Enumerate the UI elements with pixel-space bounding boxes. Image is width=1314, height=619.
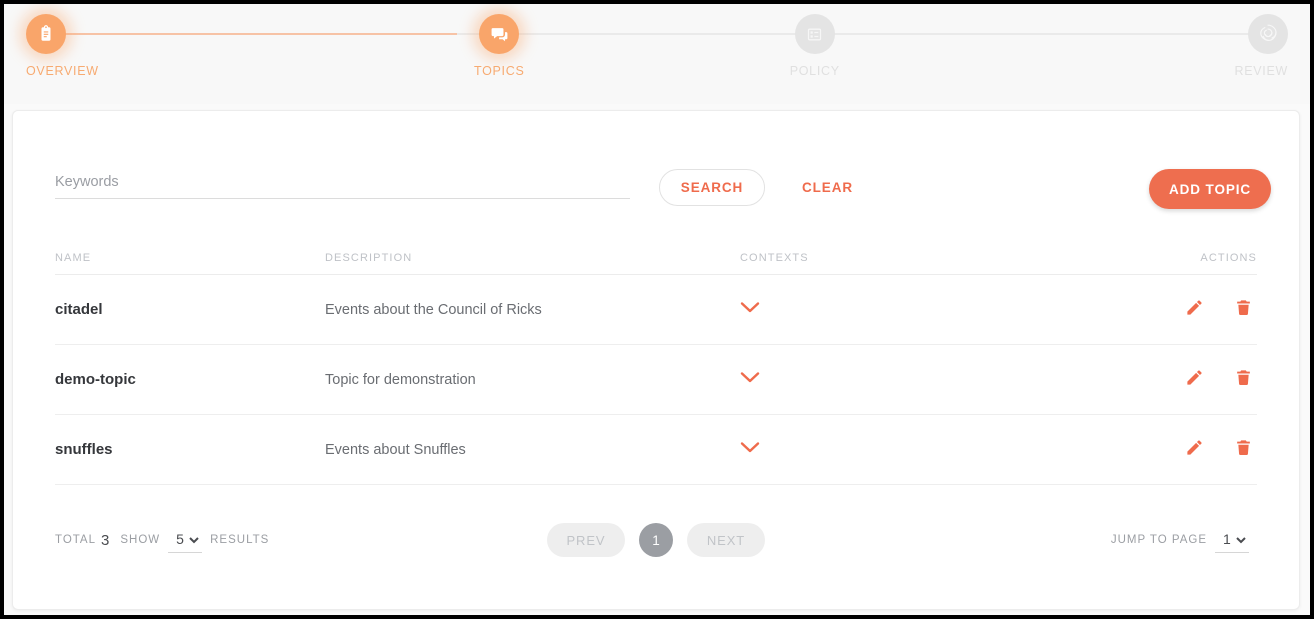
chat-bubbles-icon (490, 25, 509, 44)
stepper-step-policy-circle[interactable] (795, 14, 835, 54)
prev-page-button[interactable]: PREV (547, 523, 625, 557)
cell-topic-name: citadel (55, 301, 325, 318)
stepper-step-policy-label: POLICY (790, 64, 840, 78)
current-page-button[interactable]: 1 (639, 523, 673, 557)
results-summary: TOTAL 3 SHOW 5 RESULTS (55, 528, 547, 553)
table-row[interactable]: demo-topic Topic for demonstration (55, 345, 1257, 415)
column-header-actions: ACTIONS (1030, 252, 1257, 264)
jump-to-page: JUMP TO PAGE 1 (765, 528, 1257, 553)
stepper-step-review-circle[interactable] (1248, 14, 1288, 54)
edit-pencil-icon[interactable] (1185, 368, 1204, 387)
stepper-step-overview-circle[interactable] (26, 14, 66, 54)
clear-button[interactable]: CLEAR (788, 169, 867, 206)
pagination-controls: PREV 1 NEXT (547, 523, 765, 557)
table-row[interactable]: snuffles Events about Snuffles (55, 415, 1257, 485)
app-root: OVERVIEW TOPICS (4, 4, 1310, 615)
edit-pencil-icon[interactable] (1185, 438, 1204, 457)
search-input[interactable] (55, 174, 630, 199)
table-row[interactable]: citadel Events about the Council of Rick… (55, 275, 1257, 345)
cell-actions (1030, 368, 1257, 392)
spiral-logo-icon (1256, 22, 1280, 46)
chevron-down-icon[interactable] (740, 441, 760, 454)
chevron-down-icon[interactable] (740, 301, 760, 314)
pagination-footer: TOTAL 3 SHOW 5 RESULTS PREV 1 NEXT JUMP … (55, 510, 1257, 570)
cell-topic-description: Events about the Council of Ricks (325, 302, 740, 318)
table-header-row: NAME DESCRIPTION CONTEXTS ACTIONS (55, 242, 1257, 275)
column-header-name: NAME (55, 252, 325, 264)
topics-card: SEARCH CLEAR ADD TOPIC NAME DESCRIPTION … (12, 110, 1300, 610)
wizard-stepper: OVERVIEW TOPICS (4, 4, 1310, 104)
stepper-step-topics[interactable]: TOPICS (342, 4, 658, 78)
cell-topic-name: snuffles (55, 441, 325, 458)
topics-table: NAME DESCRIPTION CONTEXTS ACTIONS citade… (55, 242, 1257, 485)
cell-contexts (740, 371, 1030, 389)
cell-contexts (740, 301, 1030, 319)
search-button[interactable]: SEARCH (659, 169, 765, 206)
stepper-step-topics-circle[interactable] (479, 14, 519, 54)
stepper-step-overview[interactable]: OVERVIEW (22, 4, 342, 78)
cell-topic-description: Events about Snuffles (325, 442, 740, 458)
results-label: RESULTS (210, 534, 269, 546)
total-value: 3 (101, 532, 110, 549)
column-header-description: DESCRIPTION (325, 252, 740, 264)
total-label: TOTAL (55, 534, 96, 546)
list-card-icon (806, 26, 823, 43)
clipboard-icon (37, 25, 55, 43)
cell-topic-name: demo-topic (55, 371, 325, 388)
show-label: SHOW (120, 534, 160, 546)
cell-actions (1030, 438, 1257, 462)
keywords-field-wrap (55, 173, 630, 199)
next-page-button[interactable]: NEXT (687, 523, 765, 557)
chevron-down-icon[interactable] (740, 371, 760, 384)
delete-trash-icon[interactable] (1234, 298, 1253, 317)
search-toolbar: SEARCH CLEAR ADD TOPIC (13, 111, 1299, 229)
edit-pencil-icon[interactable] (1185, 298, 1204, 317)
delete-trash-icon[interactable] (1234, 438, 1253, 457)
jump-to-page-select[interactable]: 1 (1215, 528, 1249, 553)
cell-actions (1030, 298, 1257, 322)
cell-topic-description: Topic for demonstration (325, 372, 740, 388)
stepper-step-overview-label: OVERVIEW (26, 64, 99, 78)
column-header-contexts: CONTEXTS (740, 252, 1030, 264)
cell-contexts (740, 441, 1030, 459)
delete-trash-icon[interactable] (1234, 368, 1253, 387)
jump-to-page-label: JUMP TO PAGE (1111, 534, 1207, 546)
stepper-step-review-label: REVIEW (1234, 64, 1288, 78)
add-topic-button[interactable]: ADD TOPIC (1149, 169, 1271, 209)
stepper-step-review[interactable]: REVIEW (973, 4, 1293, 78)
stepper-step-topics-label: TOPICS (474, 64, 525, 78)
page-size-select[interactable]: 5 (168, 528, 202, 553)
stepper-step-policy[interactable]: POLICY (657, 4, 973, 78)
